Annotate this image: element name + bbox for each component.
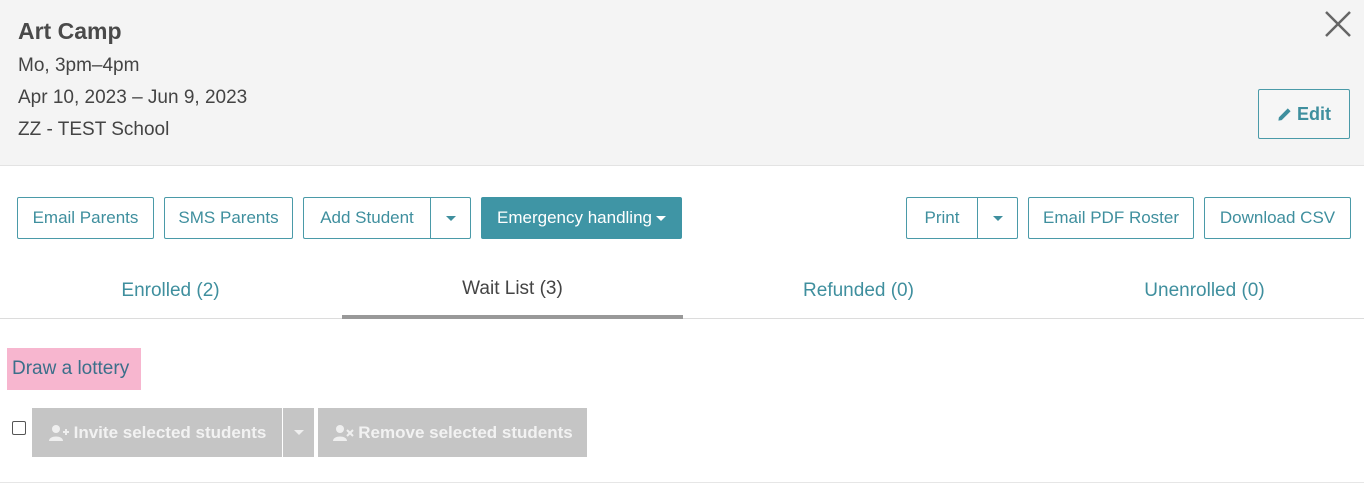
divider xyxy=(0,482,1364,483)
tab-enrolled[interactable]: Enrolled (2) xyxy=(0,262,341,319)
add-student-button[interactable]: Add Student xyxy=(303,197,430,239)
edit-button-label: Edit xyxy=(1297,103,1331,124)
chevron-down-icon xyxy=(293,430,304,435)
draw-lottery-link[interactable]: Draw a lottery xyxy=(7,348,142,390)
chevron-down-icon xyxy=(992,215,1003,221)
print-button[interactable]: Print xyxy=(906,197,977,239)
class-header: Art Camp Mo, 3pm–4pm Apr 10, 2023 – Jun … xyxy=(0,0,1364,166)
sms-parents-button[interactable]: SMS Parents xyxy=(164,197,293,239)
remove-selected-button[interactable]: Remove selected students xyxy=(318,408,587,457)
close-icon[interactable] xyxy=(1322,8,1354,40)
remove-selected-label: Remove selected students xyxy=(358,422,573,442)
invite-selected-button[interactable]: Invite selected students xyxy=(32,408,282,457)
email-pdf-roster-button[interactable]: Email PDF Roster xyxy=(1028,197,1194,239)
tab-unenrolled[interactable]: Unenrolled (0) xyxy=(1034,262,1364,319)
edit-button[interactable]: Edit xyxy=(1258,89,1350,139)
class-title: Art Camp xyxy=(18,18,122,44)
chevron-down-icon xyxy=(445,215,456,221)
email-parents-button[interactable]: Email Parents xyxy=(17,197,154,239)
tab-refunded[interactable]: Refunded (0) xyxy=(688,262,1029,319)
select-all-checkbox[interactable] xyxy=(12,421,26,435)
invite-dropdown-button[interactable] xyxy=(283,408,314,457)
emergency-handling-button[interactable]: Emergency handling xyxy=(481,197,682,239)
class-dates: Apr 10, 2023 – Jun 9, 2023 xyxy=(18,87,248,108)
invite-selected-label: Invite selected students xyxy=(73,422,267,442)
user-plus-icon xyxy=(48,424,69,441)
roster-tabs: Enrolled (2) Wait List (3) Refunded (0) … xyxy=(0,262,1364,319)
user-remove-icon xyxy=(333,424,354,441)
add-student-dropdown-button[interactable] xyxy=(430,197,471,239)
class-schedule: Mo, 3pm–4pm xyxy=(18,55,140,76)
download-csv-button[interactable]: Download CSV xyxy=(1204,197,1351,239)
chevron-down-icon xyxy=(655,215,666,221)
class-school: ZZ - TEST School xyxy=(18,119,170,140)
pencil-icon xyxy=(1278,107,1291,121)
emergency-handling-label: Emergency handling xyxy=(497,208,652,227)
print-dropdown-button[interactable] xyxy=(977,197,1018,239)
tab-wait-list[interactable]: Wait List (3) xyxy=(342,262,683,319)
